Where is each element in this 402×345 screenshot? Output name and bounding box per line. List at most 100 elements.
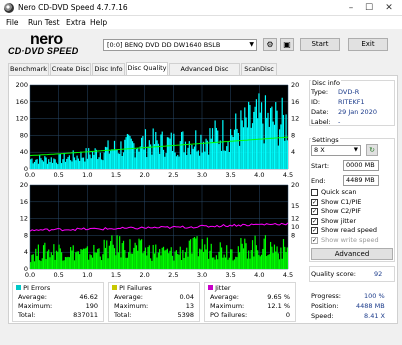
po-failures-label: PO failures:: [210, 311, 248, 319]
pi-error-bar: [148, 140, 150, 169]
pi-failure-bar: [98, 248, 100, 269]
pi-failure-bar: [32, 254, 34, 269]
pi-failure-bar: [227, 259, 229, 269]
pi-error-bar: [240, 110, 242, 169]
refresh-icon[interactable]: ↻: [366, 144, 378, 156]
pi-error-bar: [184, 141, 187, 169]
minimize-icon[interactable]: –: [344, 2, 358, 14]
drive-select[interactable]: [0:0] BENQ DVD DD DW1640 BSLB ▼: [103, 39, 257, 51]
pi-error-bar: [151, 154, 153, 169]
x-tick-label: 0.0: [25, 171, 35, 179]
pi-failure-bar: [45, 259, 47, 269]
pi-failure-bar: [174, 251, 176, 269]
pi-failure-bar: [120, 257, 122, 269]
speed-select[interactable]: 8 X ▼: [311, 145, 361, 156]
pi-failure-bar: [226, 245, 228, 269]
pi-error-bar: [120, 141, 122, 169]
start-input[interactable]: 0000 MB: [343, 160, 379, 171]
pi-error-bar: [202, 141, 205, 169]
swap-icon[interactable]: ⚙: [263, 38, 277, 51]
pi-error-bar: [91, 151, 94, 169]
menu-file[interactable]: File: [6, 18, 19, 27]
option-show-write-speed[interactable]: ✓ Show write speed: [311, 236, 391, 245]
pi-error-bar: [183, 152, 185, 169]
tab-benchmark[interactable]: Benchmark: [8, 63, 49, 75]
pi-failure-bar: [236, 257, 238, 269]
y2-tick-label: 8: [291, 231, 295, 239]
pi-failure-bar: [46, 251, 49, 269]
pi-failure-bar: [106, 240, 108, 269]
position-label: Position:: [311, 302, 339, 310]
disc-date-label: Date:: [311, 108, 329, 116]
exit-button[interactable]: Exit: [348, 38, 388, 51]
progress-label: Progress:: [311, 292, 341, 300]
pi-failure-bar: [91, 257, 94, 269]
menu-extra[interactable]: Extra: [66, 18, 86, 27]
pi-failure-bar: [162, 246, 165, 269]
pi-error-bar: [44, 156, 46, 169]
save-icon[interactable]: ▣: [280, 38, 294, 51]
menu-run-test[interactable]: Run Test: [28, 18, 60, 27]
pi-errors-avg-label: Average:: [18, 293, 47, 301]
pi-error-bar: [201, 152, 203, 169]
pi-error-bar: [54, 159, 56, 169]
pi-failure-bar: [70, 247, 72, 269]
pi-error-bar: [53, 158, 55, 169]
pi-failure-bar: [249, 258, 251, 269]
pi-error-bar: [220, 150, 223, 169]
disc-date-value: 29 Jan 2020: [338, 108, 377, 116]
end-input[interactable]: 4489 MB: [343, 175, 379, 186]
pi-failure-bar: [116, 235, 118, 269]
pi-failure-bar: [223, 254, 225, 269]
pi-error-bar: [180, 132, 183, 169]
disc-id-label: ID:: [311, 98, 321, 106]
pi-error-bar: [258, 93, 260, 169]
checkbox[interactable]: ✓: [311, 208, 318, 215]
close-icon[interactable]: ✕: [382, 2, 396, 14]
pi-failure-bar: [59, 248, 61, 269]
option-show-read-speed[interactable]: ✓ Show read speed: [311, 226, 391, 235]
option-show-jitter[interactable]: ✓ Show jitter: [311, 217, 391, 226]
tab-disc-quality[interactable]: Disc Quality: [126, 62, 168, 75]
pi-error-bar: [204, 151, 206, 169]
pi-failure-bar: [76, 251, 78, 269]
pi-error-bar: [155, 132, 157, 169]
pi-failure-bar: [262, 248, 264, 269]
pi-error-bar: [193, 146, 196, 169]
option-show-c1-pie[interactable]: ✓ Show C1/PIE: [311, 198, 391, 207]
tab-advanced-disc-quality[interactable]: Advanced Disc Quality: [169, 63, 240, 84]
checkbox[interactable]: ✓: [311, 236, 318, 244]
pi-failure-bar: [210, 243, 212, 269]
pi-failure-bar: [267, 255, 269, 269]
pi-failure-bar: [115, 255, 117, 269]
pi-error-bar: [122, 152, 125, 169]
pi-failure-bar: [209, 250, 211, 269]
pi-error-bar: [129, 136, 131, 169]
pi-errors-total-label: Total:: [18, 311, 36, 319]
tab-create-disc[interactable]: Create Disc: [50, 63, 91, 75]
pi-error-bar: [195, 130, 197, 169]
tab-disc-info[interactable]: Disc Info: [92, 63, 125, 75]
maximize-icon[interactable]: ☐: [362, 2, 376, 14]
option-quick-scan[interactable]: Quick scan: [311, 188, 391, 197]
advanced-button[interactable]: Advanced: [311, 248, 393, 260]
pi-error-bar: [248, 101, 250, 169]
pi-error-bar: [227, 141, 229, 169]
menu-help[interactable]: Help: [90, 18, 107, 27]
checkbox[interactable]: ✓: [311, 227, 318, 234]
tab-scandisc[interactable]: ScanDisc: [241, 63, 277, 75]
start-button[interactable]: Start: [300, 38, 340, 51]
disc-info-header: Disc info: [311, 79, 342, 87]
pi-error-bar: [187, 147, 189, 169]
jitter-max-label: Maximum:: [210, 302, 245, 310]
option-show-c2-pif[interactable]: ✓ Show C2/PIF: [311, 207, 391, 216]
disc-id-value: RITEKF1: [338, 98, 365, 106]
checkbox[interactable]: [311, 189, 318, 196]
checkbox[interactable]: ✓: [311, 217, 318, 225]
checkbox[interactable]: ✓: [311, 198, 318, 206]
pi-failure-bar: [193, 237, 196, 269]
pi-failure-bar: [94, 252, 96, 269]
pi-error-bar: [162, 149, 165, 169]
y-tick-label: 4: [24, 248, 28, 256]
pi-failure-bar: [152, 244, 154, 269]
